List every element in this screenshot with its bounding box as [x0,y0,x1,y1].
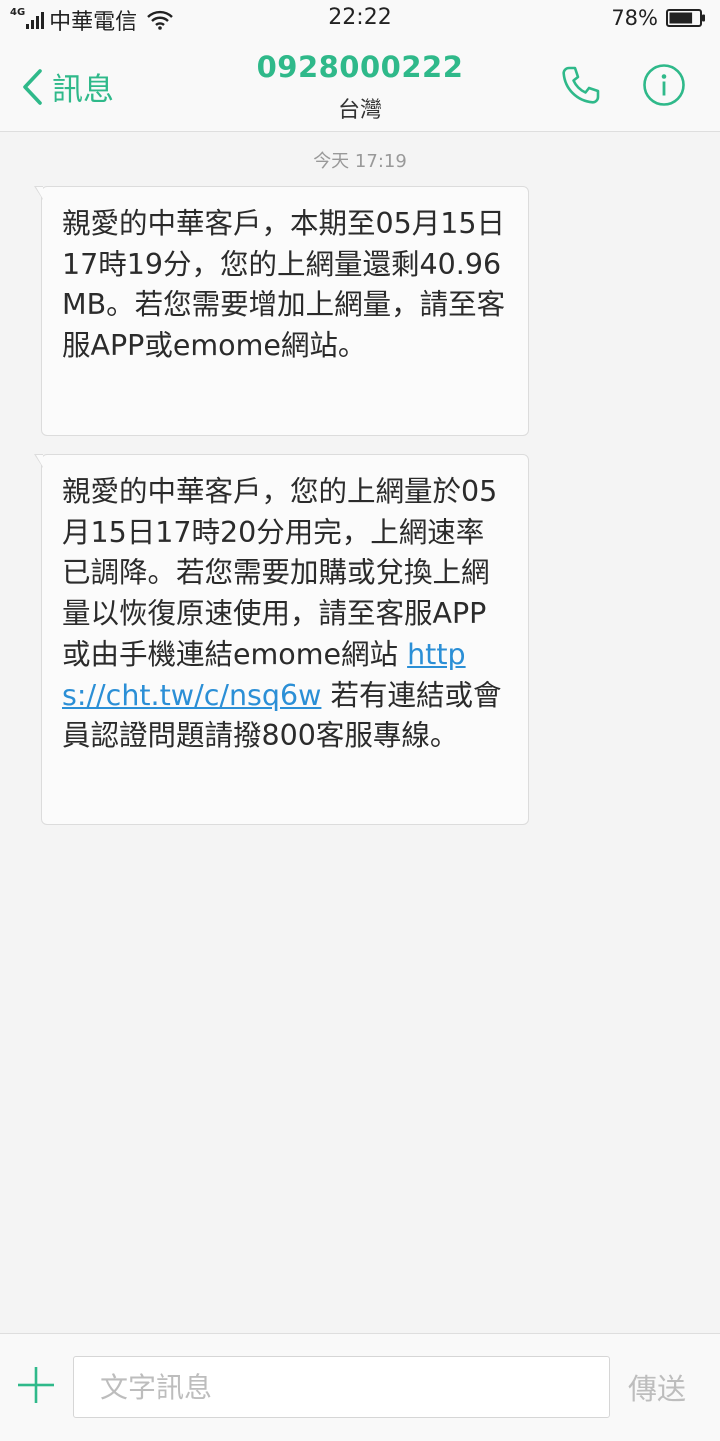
message-bubble[interactable]: 親愛的中華客戶，本期至05月15日17時19分，您的上網量還剩40.96MB。若… [34,186,529,436]
message-input[interactable] [73,1356,610,1418]
conversation-header: 訊息 0928000222 台灣 [0,38,720,132]
phone-icon[interactable] [558,64,602,108]
message-text: 親愛的中華客戶，本期至05月15日17時19分，您的上網量還剩40.96MB。若… [62,207,506,363]
contact-region: 台灣 [337,98,382,123]
message-bubble[interactable]: 親愛的中華客戶，您的上網量於05月15日17時20分用完，上網速率已調降。若您需… [34,454,529,825]
battery-icon [666,9,705,27]
info-icon[interactable] [642,63,686,107]
battery-percentage: 78% [611,6,658,30]
send-button[interactable]: 傳送 [628,1366,686,1408]
contact-number: 0928000222 [256,50,464,84]
message-list[interactable]: 今天 17:19 親愛的中華客戶，本期至05月15日17時19分，您的上網量還剩… [0,132,720,1332]
status-right: 78% [611,6,706,30]
status-bar: 4G 中華電信 22:22 78% [0,0,720,38]
compose-bar: 傳送 [0,1333,720,1441]
plus-icon[interactable] [16,1365,56,1405]
message-timestamp: 今天 17:19 [313,151,407,172]
